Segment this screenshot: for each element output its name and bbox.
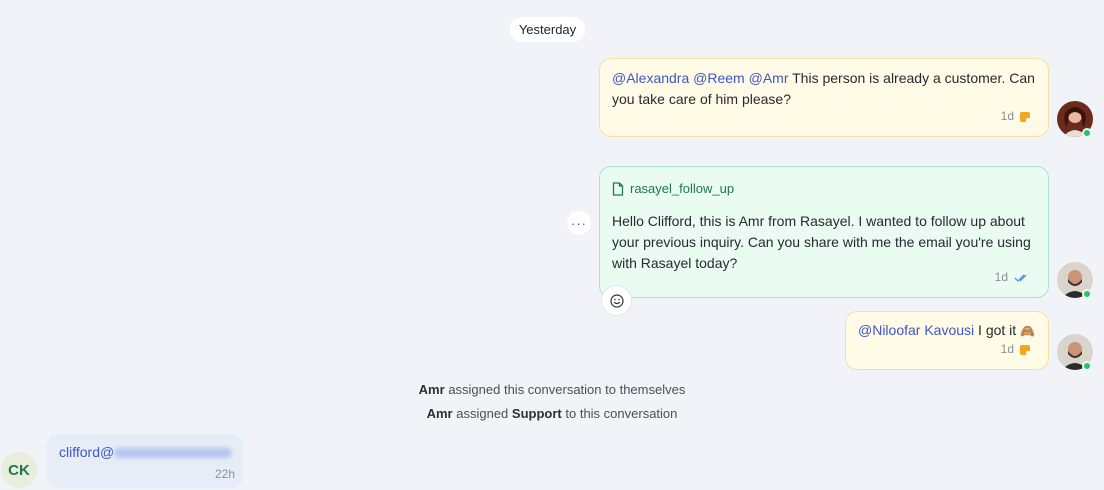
online-status-dot — [1082, 128, 1092, 138]
message-time: 1d — [1000, 109, 1014, 123]
message-meta: 22h — [215, 467, 235, 481]
monkey-emoji: 🙈 — [1020, 324, 1036, 338]
add-reaction-button[interactable] — [601, 285, 632, 316]
internal-note-bubble: @Niloofar Kavousi I got it 🙈 1d — [845, 311, 1049, 370]
template-message-bubble: rasayel_follow_up Hello Clifford, this i… — [599, 166, 1049, 298]
double-check-icon — [1014, 274, 1027, 282]
note-icon — [1020, 111, 1030, 122]
mention-niloofar[interactable]: @Niloofar Kavousi — [858, 322, 974, 338]
system-actor: Amr — [418, 382, 445, 397]
note-body: I got it — [978, 322, 1017, 338]
system-text: assigned this conversation to themselves — [448, 382, 686, 397]
contact-avatar[interactable]: CK — [1, 452, 37, 488]
online-status-dot — [1082, 289, 1092, 299]
email-text: clifford@ — [59, 444, 115, 460]
file-icon — [612, 181, 624, 196]
online-status-dot — [1082, 361, 1092, 371]
message-time: 1d — [994, 270, 1008, 284]
system-actor: Amr — [426, 406, 453, 421]
message-meta: 1d — [1001, 106, 1030, 127]
template-header: rasayel_follow_up — [612, 178, 1036, 199]
internal-note-bubble: @Alexandra @Reem @Amr This person is alr… — [599, 58, 1049, 137]
email-link[interactable]: clifford@ — [59, 444, 233, 460]
mention-amr[interactable]: @Amr — [749, 70, 789, 86]
incoming-message-bubble: clifford@ 22h — [47, 434, 243, 488]
message-time: 1d — [1000, 342, 1014, 356]
message-options-button[interactable]: ··· — [567, 211, 591, 235]
day-separator: Yesterday — [510, 17, 585, 42]
note-icon — [1020, 344, 1030, 355]
system-message: Amr assigned this conversation to themse… — [300, 382, 804, 397]
smiley-icon — [609, 293, 624, 308]
template-body: Hello Clifford, this is Amr from Rasayel… — [612, 213, 1031, 271]
system-target: Support — [511, 406, 562, 421]
system-text: to this conversation — [565, 406, 678, 421]
redacted-email-domain — [114, 448, 233, 459]
mention-alexandra[interactable]: @Alexandra — [612, 70, 689, 86]
message-time: 22h — [214, 467, 235, 481]
message-meta: 1d — [995, 267, 1030, 288]
note-text: @Alexandra @Reem @Amr This person is alr… — [612, 68, 1036, 110]
system-message: Amr assigned Support to this conversatio… — [300, 406, 804, 421]
mention-reem[interactable]: @Reem — [693, 70, 745, 86]
template-name: rasayel_follow_up — [630, 181, 735, 196]
system-text: assigned — [456, 406, 509, 421]
message-meta: 1d — [1001, 339, 1030, 360]
